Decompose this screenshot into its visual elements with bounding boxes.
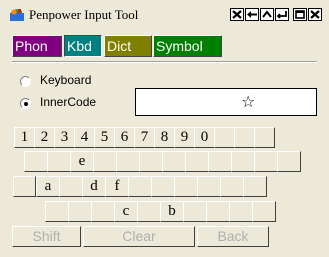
- keyboard-key[interactable]: [214, 127, 235, 148]
- keyboard-key[interactable]: [254, 151, 278, 172]
- keyboard-key[interactable]: 0: [194, 127, 215, 148]
- keyboard-key[interactable]: b: [160, 201, 184, 222]
- virtual-keyboard: Shift Clear Back 1234567890 ea dfc b: [0, 0, 329, 257]
- keyboard-key[interactable]: d: [82, 176, 106, 197]
- keyboard-key[interactable]: 6: [114, 127, 135, 148]
- keyboard-key[interactable]: [162, 151, 186, 172]
- keyboard-key[interactable]: e: [70, 151, 94, 172]
- keyboard-key[interactable]: [24, 151, 48, 172]
- keyboard-key[interactable]: c: [114, 201, 138, 222]
- keyboard-key[interactable]: [45, 201, 69, 222]
- keyboard-key[interactable]: a: [36, 176, 60, 197]
- keyboard-key[interactable]: [174, 176, 198, 197]
- keyboard-key[interactable]: [47, 151, 71, 172]
- keyboard-key[interactable]: [59, 176, 83, 197]
- keyboard-key[interactable]: [243, 176, 267, 197]
- clear-key[interactable]: Clear: [83, 226, 195, 247]
- keyboard-key[interactable]: 8: [154, 127, 175, 148]
- keyboard-key[interactable]: [197, 176, 221, 197]
- back-key[interactable]: Back: [197, 226, 269, 247]
- keyboard-key[interactable]: [229, 201, 253, 222]
- penpower-window: Penpower Input Tool Phon Kbd Dict Symbol…: [0, 0, 329, 257]
- keyboard-key[interactable]: [185, 151, 209, 172]
- keyboard-key[interactable]: [252, 201, 276, 222]
- shift-key[interactable]: Shift: [12, 226, 81, 247]
- keyboard-key[interactable]: [68, 201, 92, 222]
- keyboard-key[interactable]: 4: [74, 127, 95, 148]
- keyboard-key[interactable]: [128, 176, 152, 197]
- keyboard-key[interactable]: [13, 176, 36, 197]
- keyboard-key[interactable]: 9: [174, 127, 195, 148]
- keyboard-key[interactable]: 5: [94, 127, 115, 148]
- keyboard-key[interactable]: [234, 127, 255, 148]
- keyboard-key[interactable]: [137, 201, 161, 222]
- keyboard-key[interactable]: 3: [54, 127, 75, 148]
- keyboard-key[interactable]: [91, 201, 115, 222]
- keyboard-key[interactable]: [220, 176, 244, 197]
- keyboard-key[interactable]: [277, 151, 301, 172]
- keyboard-key[interactable]: 1: [14, 127, 35, 148]
- keyboard-key[interactable]: [151, 176, 175, 197]
- keyboard-key[interactable]: [183, 201, 207, 222]
- keyboard-key[interactable]: [139, 151, 163, 172]
- keyboard-key[interactable]: [208, 151, 232, 172]
- keyboard-key[interactable]: 7: [134, 127, 155, 148]
- keyboard-key[interactable]: [93, 151, 117, 172]
- keyboard-key[interactable]: [254, 127, 275, 148]
- keyboard-key[interactable]: [231, 151, 255, 172]
- keyboard-key[interactable]: [206, 201, 230, 222]
- keyboard-key[interactable]: 2: [34, 127, 55, 148]
- keyboard-key[interactable]: f: [105, 176, 129, 197]
- keyboard-key[interactable]: [116, 151, 140, 172]
